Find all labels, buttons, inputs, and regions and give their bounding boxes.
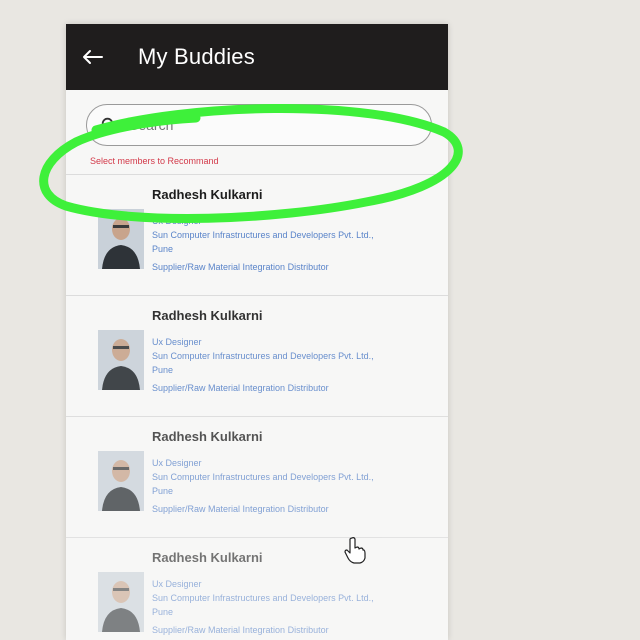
buddy-company: Sun Computer Infrastructures and Develop… bbox=[152, 472, 374, 482]
buddy-info: Radhesh Kulkarni Ux Designer Sun Compute… bbox=[152, 429, 432, 516]
buddy-info: Radhesh Kulkarni Ux Designer Sun Compute… bbox=[152, 550, 432, 637]
buddy-company: Sun Computer Infrastructures and Develop… bbox=[152, 593, 374, 603]
app-screen: My Buddies Select members to Recommand bbox=[66, 24, 448, 640]
buddy-card[interactable]: Radhesh Kulkarni Ux Designer Sun Compute… bbox=[66, 175, 448, 296]
arrow-left-icon bbox=[83, 50, 103, 64]
recommend-hint: Select members to Recommand bbox=[90, 156, 219, 166]
app-header: My Buddies bbox=[66, 24, 448, 90]
buddy-category: Supplier/Raw Material Integration Distri… bbox=[152, 383, 329, 393]
buddy-role: Ux Designer bbox=[152, 216, 202, 226]
buddy-city: Pune bbox=[152, 365, 174, 375]
buddy-card[interactable]: Radhesh Kulkarni Ux Designer Sun Compute… bbox=[66, 538, 448, 640]
buddy-company: Sun Computer Infrastructures and Develop… bbox=[152, 351, 374, 361]
buddy-card[interactable]: Radhesh Kulkarni Ux Designer Sun Compute… bbox=[66, 417, 448, 538]
buddy-list: Radhesh Kulkarni Ux Designer Sun Compute… bbox=[66, 174, 448, 640]
buddy-name: Radhesh Kulkarni bbox=[152, 429, 263, 444]
buddy-name: Radhesh Kulkarni bbox=[152, 550, 263, 565]
hand-pointer-icon bbox=[344, 537, 366, 564]
buddy-city: Pune bbox=[152, 244, 174, 254]
avatar bbox=[98, 451, 144, 511]
search-area bbox=[66, 90, 448, 152]
back-button[interactable] bbox=[66, 24, 118, 90]
buddy-info: Radhesh Kulkarni Ux Designer Sun Compute… bbox=[152, 187, 432, 274]
buddy-city: Pune bbox=[152, 486, 174, 496]
buddy-company: Sun Computer Infrastructures and Develop… bbox=[152, 230, 374, 240]
buddy-category: Supplier/Raw Material Integration Distri… bbox=[152, 262, 329, 272]
buddy-role: Ux Designer bbox=[152, 337, 202, 347]
buddy-category: Supplier/Raw Material Integration Distri… bbox=[152, 504, 329, 514]
buddy-info: Radhesh Kulkarni Ux Designer Sun Compute… bbox=[152, 308, 432, 395]
buddy-role: Ux Designer bbox=[152, 458, 202, 468]
avatar bbox=[98, 572, 144, 632]
buddy-category: Supplier/Raw Material Integration Distri… bbox=[152, 625, 329, 635]
search-icon bbox=[101, 117, 117, 133]
page-title: My Buddies bbox=[138, 44, 255, 69]
avatar bbox=[98, 209, 144, 269]
search-input[interactable] bbox=[127, 116, 417, 134]
avatar bbox=[98, 330, 144, 390]
buddy-role: Ux Designer bbox=[152, 579, 202, 589]
buddy-city: Pune bbox=[152, 607, 174, 617]
buddy-name: Radhesh Kulkarni bbox=[152, 187, 263, 202]
buddy-card[interactable]: Radhesh Kulkarni Ux Designer Sun Compute… bbox=[66, 296, 448, 417]
buddy-name: Radhesh Kulkarni bbox=[152, 308, 263, 323]
search-box[interactable] bbox=[86, 104, 432, 146]
